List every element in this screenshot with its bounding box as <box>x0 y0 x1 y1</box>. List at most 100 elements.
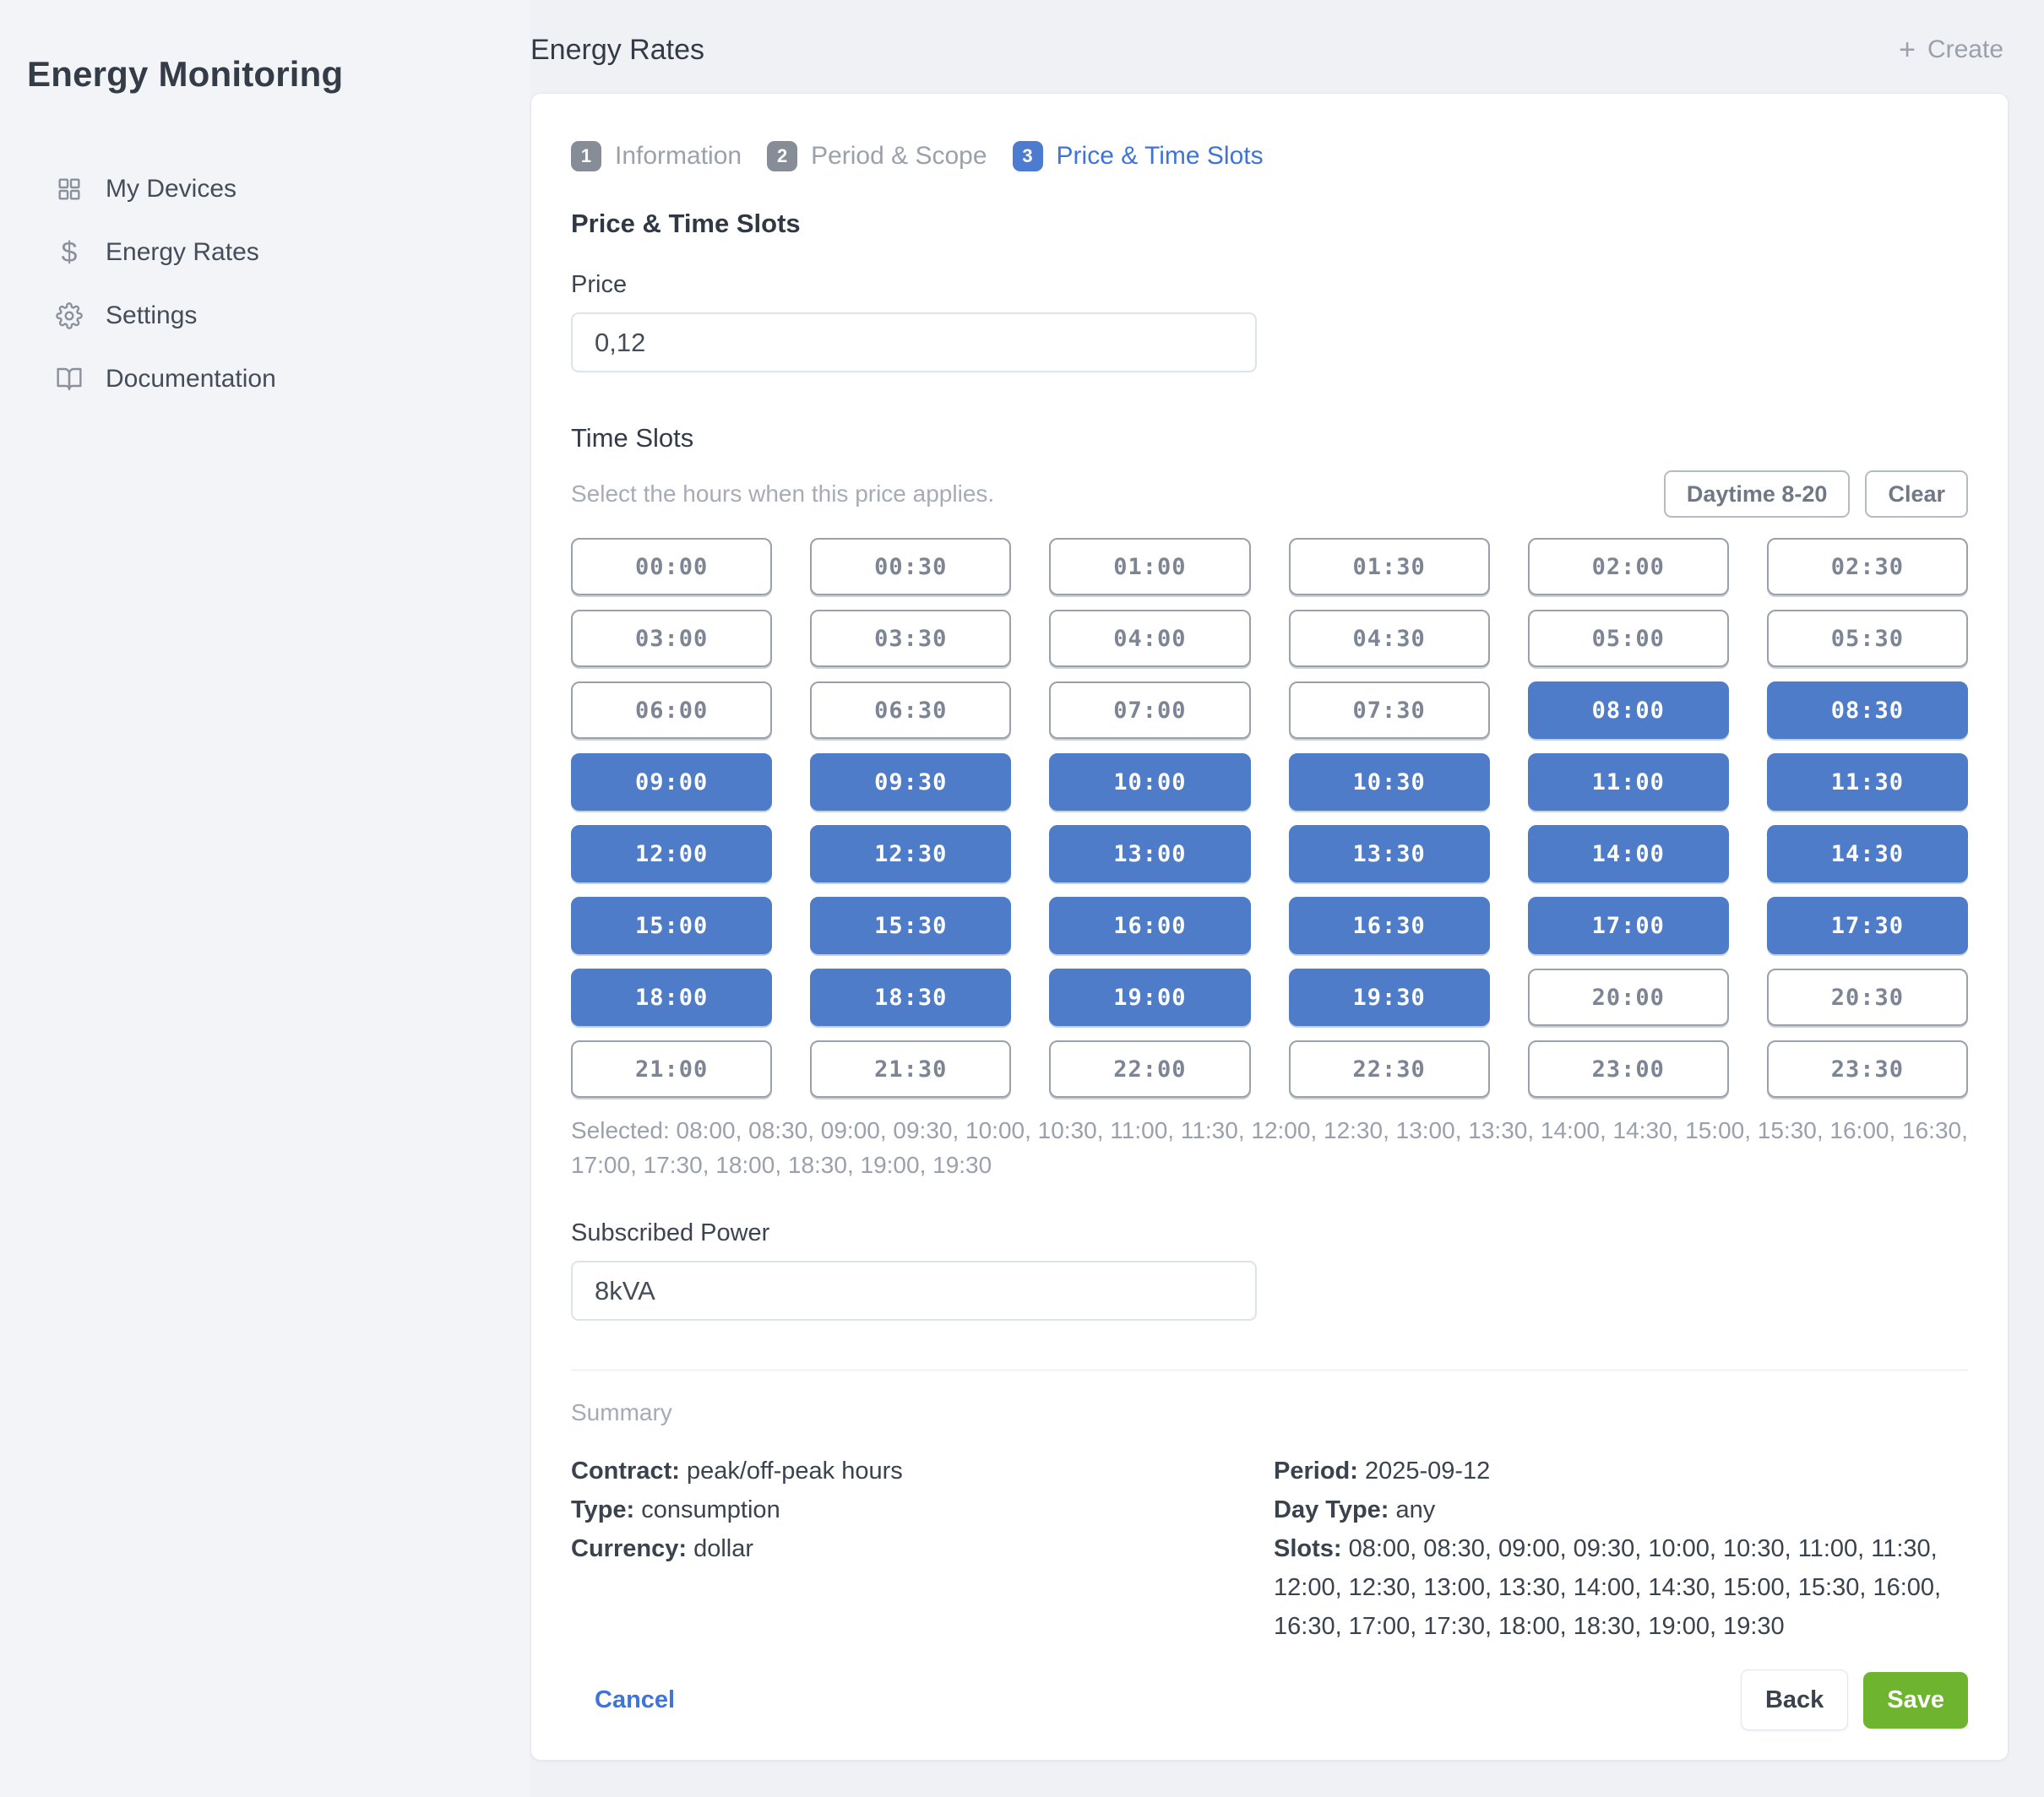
time-slot-button[interactable]: 08:00 <box>1528 681 1729 739</box>
time-slot-button[interactable]: 10:30 <box>1289 753 1490 811</box>
sidebar-item-settings[interactable]: Settings <box>25 284 505 347</box>
selected-slots-text: Selected: 08:00, 08:30, 09:00, 09:30, 10… <box>571 1113 1968 1182</box>
summary-day-type-label: Day Type: <box>1274 1496 1389 1523</box>
time-slot-button[interactable]: 00:30 <box>810 538 1011 595</box>
time-slot-button[interactable]: 18:00 <box>571 969 772 1026</box>
time-slot-button[interactable]: 19:30 <box>1289 969 1490 1026</box>
time-slot-button[interactable]: 13:00 <box>1049 825 1250 882</box>
time-slot-grid: 00:00 00:30 01:00 01:30 02:00 02:30 03:0… <box>571 538 1968 1098</box>
summary-slots-label: Slots: <box>1274 1535 1342 1562</box>
time-slot-button[interactable]: 02:00 <box>1528 538 1729 595</box>
rate-wizard-card: 1 Information 2 Period & Scope 3 Price &… <box>530 93 2009 1761</box>
summary-period: Period: 2025-09-12 <box>1274 1452 1968 1490</box>
time-slots-helper: Select the hours when this price applies… <box>571 480 994 518</box>
page-title: Energy Rates <box>530 34 704 67</box>
time-slot-button[interactable]: 13:30 <box>1289 825 1490 882</box>
grid-icon <box>56 176 83 203</box>
time-slot-button[interactable]: 08:30 <box>1767 681 1968 739</box>
time-slot-button[interactable]: 21:30 <box>810 1040 1011 1098</box>
time-slot-button[interactable]: 11:30 <box>1767 753 1968 811</box>
main-header: Energy Rates + Create <box>530 0 2009 93</box>
time-slot-button[interactable]: 11:00 <box>1528 753 1729 811</box>
time-slot-button[interactable]: 17:00 <box>1528 897 1729 954</box>
time-slot-button[interactable]: 05:00 <box>1528 610 1729 667</box>
time-slot-button[interactable]: 10:00 <box>1049 753 1250 811</box>
time-slot-button[interactable]: 15:30 <box>810 897 1011 954</box>
time-slot-button[interactable]: 01:30 <box>1289 538 1490 595</box>
time-slot-button[interactable]: 19:00 <box>1049 969 1250 1026</box>
time-slot-button[interactable]: 07:30 <box>1289 681 1490 739</box>
time-slot-button[interactable]: 00:00 <box>571 538 772 595</box>
summary-type-label: Type: <box>571 1496 634 1523</box>
divider <box>571 1370 1968 1371</box>
sidebar-item-label: My Devices <box>106 175 236 204</box>
time-slots-buttons: Daytime 8-20 Clear <box>1664 470 1968 518</box>
cancel-button[interactable]: Cancel <box>571 1686 675 1714</box>
time-slot-button[interactable]: 16:00 <box>1049 897 1250 954</box>
price-field-block: Price <box>571 271 1968 372</box>
summary-slots-value: 08:00, 08:30, 09:00, 09:30, 10:00, 10:30… <box>1274 1535 1941 1640</box>
time-slot-button[interactable]: 03:00 <box>571 610 772 667</box>
time-slot-button[interactable]: 23:30 <box>1767 1040 1968 1098</box>
sidebar-item-energy-rates[interactable]: $ Energy Rates <box>25 220 505 284</box>
summary-contract-label: Contract: <box>571 1458 680 1485</box>
sidebar-item-documentation[interactable]: Documentation <box>25 347 505 410</box>
time-slot-button[interactable]: 23:00 <box>1528 1040 1729 1098</box>
daytime-preset-button[interactable]: Daytime 8-20 <box>1664 470 1851 518</box>
step-information[interactable]: 1 Information <box>571 141 742 171</box>
time-slots-label: Time Slots <box>571 423 1968 453</box>
time-slot-button[interactable]: 18:30 <box>810 969 1011 1026</box>
sidebar: Energy Monitoring My Devices $ Energy Ra… <box>0 0 530 1797</box>
time-slot-button[interactable]: 12:30 <box>810 825 1011 882</box>
time-slot-button[interactable]: 16:30 <box>1289 897 1490 954</box>
time-slot-button[interactable]: 17:30 <box>1767 897 1968 954</box>
step-label: Price & Time Slots <box>1057 142 1264 171</box>
summary-currency-label: Currency: <box>571 1535 687 1562</box>
time-slot-button[interactable]: 01:00 <box>1049 538 1250 595</box>
clear-button[interactable]: Clear <box>1865 470 1968 518</box>
subscribed-power-input[interactable] <box>571 1261 1257 1321</box>
time-slot-button[interactable]: 04:30 <box>1289 610 1490 667</box>
sidebar-item-label: Energy Rates <box>106 238 259 267</box>
time-slot-button[interactable]: 22:00 <box>1049 1040 1250 1098</box>
time-slot-button[interactable]: 09:30 <box>810 753 1011 811</box>
price-label: Price <box>571 271 1968 299</box>
app-title: Energy Monitoring <box>27 54 505 95</box>
main-area: Energy Rates + Create 1 Information 2 Pe… <box>530 0 2044 1797</box>
time-slot-button[interactable]: 12:00 <box>571 825 772 882</box>
time-slot-button[interactable]: 21:00 <box>571 1040 772 1098</box>
time-slot-button[interactable]: 14:00 <box>1528 825 1729 882</box>
time-slot-button[interactable]: 15:00 <box>571 897 772 954</box>
sidebar-item-my-devices[interactable]: My Devices <box>25 157 505 220</box>
summary-period-value: 2025-09-12 <box>1365 1458 1490 1485</box>
time-slot-button[interactable]: 07:00 <box>1049 681 1250 739</box>
subscribed-power-block: Subscribed Power <box>571 1219 1968 1321</box>
step-price-time-slots[interactable]: 3 Price & Time Slots <box>1013 141 1264 171</box>
time-slot-button[interactable]: 04:00 <box>1049 610 1250 667</box>
price-input[interactable] <box>571 312 1257 372</box>
back-button[interactable]: Back <box>1741 1669 1848 1730</box>
plus-icon: + <box>1899 37 1916 62</box>
save-button[interactable]: Save <box>1863 1672 1968 1729</box>
summary-day-type-value: any <box>1396 1496 1436 1523</box>
time-slot-button[interactable]: 22:30 <box>1289 1040 1490 1098</box>
section-title: Price & Time Slots <box>571 209 1968 239</box>
step-number-badge: 2 <box>767 141 797 171</box>
summary-period-label: Period: <box>1274 1458 1358 1485</box>
time-slot-button[interactable]: 09:00 <box>571 753 772 811</box>
footer-actions: Back Save <box>1741 1669 1968 1730</box>
time-slot-button[interactable]: 03:30 <box>810 610 1011 667</box>
time-slot-button[interactable]: 02:30 <box>1767 538 1968 595</box>
subscribed-power-label: Subscribed Power <box>571 1219 1968 1247</box>
summary-type: Type: consumption <box>571 1490 1265 1529</box>
summary-slots: Slots: 08:00, 08:30, 09:00, 09:30, 10:00… <box>1274 1529 1968 1646</box>
time-slot-button[interactable]: 06:30 <box>810 681 1011 739</box>
time-slot-button[interactable]: 05:30 <box>1767 610 1968 667</box>
summary-contract-value: peak/off-peak hours <box>687 1458 903 1485</box>
time-slot-button[interactable]: 20:00 <box>1528 969 1729 1026</box>
create-button[interactable]: + Create <box>1894 35 2009 65</box>
time-slot-button[interactable]: 14:30 <box>1767 825 1968 882</box>
time-slot-button[interactable]: 06:00 <box>571 681 772 739</box>
time-slot-button[interactable]: 20:30 <box>1767 969 1968 1026</box>
step-period-scope[interactable]: 2 Period & Scope <box>767 141 987 171</box>
